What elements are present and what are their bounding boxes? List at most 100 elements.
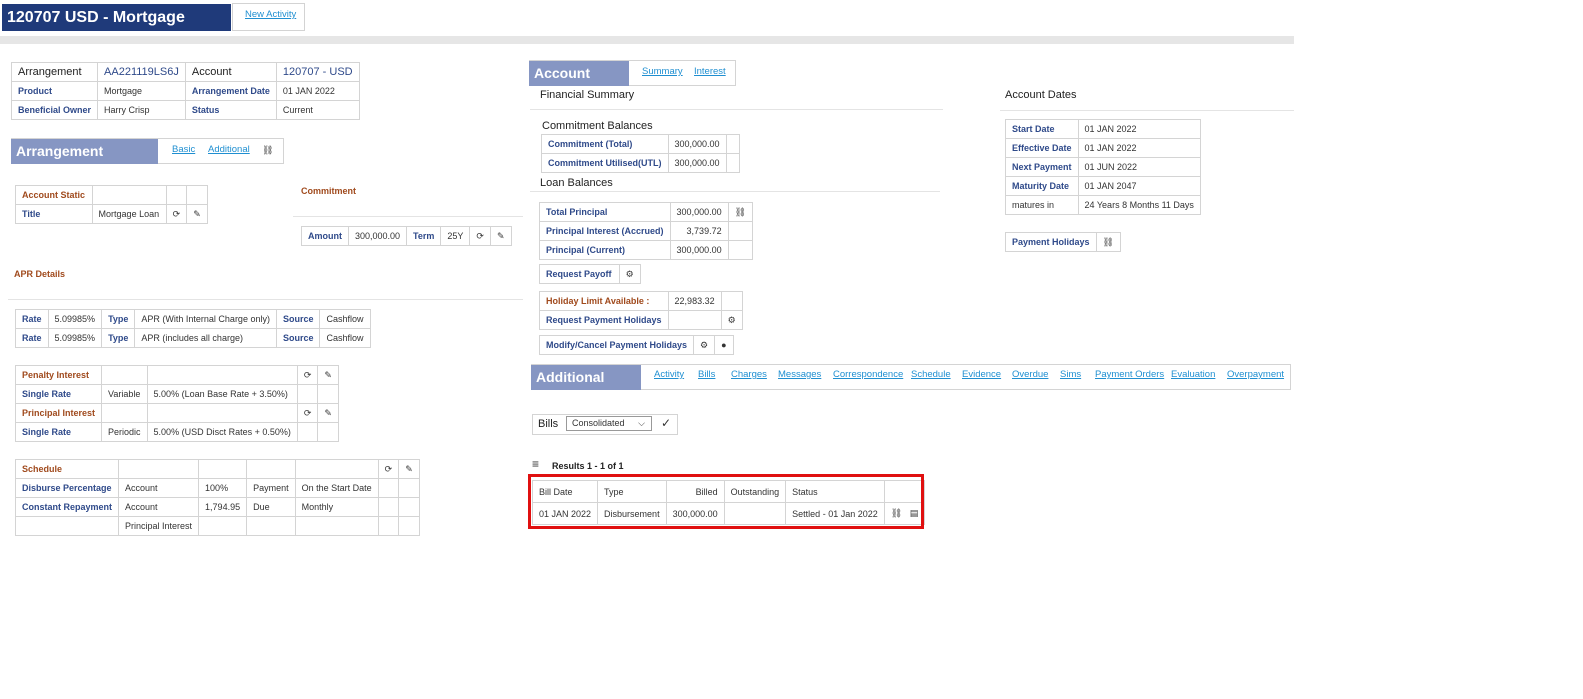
additional-details-title: Additional Details	[531, 365, 641, 410]
matures-in-value: 24 Years 8 Months 11 Days	[1077, 195, 1201, 215]
penalty-rate-value: 5.00% (Loan Base Rate + 3.50%)	[146, 384, 298, 404]
link-icon[interactable]: ⛓	[262, 145, 273, 156]
payment-holidays-view-icon[interactable]: ⛓	[1095, 232, 1121, 252]
modify-holidays-button[interactable]: Modify/Cancel Payment Holidays	[538, 335, 695, 355]
request-payoff-button[interactable]: Request Payoff	[539, 264, 620, 284]
schedule-refresh-icon[interactable]: ⟳	[377, 459, 400, 479]
total-principal-view-icon[interactable]: ⛓	[727, 202, 754, 222]
amount-label: Amount	[301, 226, 349, 246]
request-payoff-gear-icon[interactable]: ⚙	[618, 264, 642, 284]
penalty-edit-icon[interactable]: ✎	[317, 365, 339, 385]
term-value: 25Y	[440, 226, 471, 246]
tab-evidence[interactable]: Evidence	[962, 369, 1001, 380]
tab-sims[interactable]: Sims	[1060, 369, 1081, 380]
request-holidays-button[interactable]: Request Payment Holidays	[539, 310, 669, 330]
account1: Account	[118, 478, 200, 498]
tab-overdue[interactable]: Overdue	[1012, 369, 1048, 380]
tab-activity[interactable]: Activity	[654, 369, 684, 380]
commit-total-label: Commitment (Total)	[541, 134, 669, 154]
status-value: Current	[275, 100, 360, 120]
page-title: 120707 USD - Mortgage Overview	[2, 4, 231, 53]
principal-interest2: Principal Interest	[118, 516, 200, 536]
tab-additional[interactable]: Additional	[208, 144, 250, 155]
commit-total-value: 300,000.00	[667, 134, 727, 154]
tab-evaluation[interactable]: Evaluation	[1171, 369, 1215, 380]
product-value: Mortgage	[97, 81, 186, 101]
tab-basic[interactable]: Basic	[172, 144, 195, 155]
monthly: Monthly	[294, 497, 379, 517]
account-label: Account	[184, 62, 277, 82]
schedule-edit-icon[interactable]: ✎	[398, 459, 420, 479]
account-dates-heading: Account Dates	[1005, 89, 1077, 101]
maturity-date-label: Maturity Date	[1005, 176, 1079, 196]
rate-label: Rate	[15, 309, 49, 329]
payment-holidays-label: Payment Holidays	[1005, 232, 1097, 252]
payment-holidays-table: Payment Holidays ⛓	[1005, 232, 1121, 252]
principal-refresh-icon[interactable]: ⟳	[296, 403, 319, 423]
start-date-value: 01 JAN 2022	[1077, 119, 1201, 139]
single-rate2-label: Single Rate	[14, 422, 103, 442]
source-value: Cashflow	[319, 309, 371, 329]
penalty-interest-label: Penalty Interest	[14, 365, 103, 385]
principal-edit-icon[interactable]: ✎	[317, 403, 339, 423]
single-rate-label: Single Rate	[14, 384, 103, 404]
rate-value: 5.09985%	[47, 309, 103, 329]
source-label: Source	[275, 309, 321, 329]
effective-date-label: Effective Date	[1005, 138, 1079, 158]
tab-messages[interactable]: Messages	[778, 369, 821, 380]
commitment-edit-icon[interactable]: ✎	[489, 226, 512, 246]
tab-correspondence[interactable]: Correspondence	[833, 369, 903, 380]
account-dates-table: Start Date 01 JAN 2022 Effective Date 01 J…	[1005, 119, 1201, 215]
tab-summary[interactable]: Summary	[642, 66, 683, 77]
holidays-table: Holiday Limit Available :22,983.32 Reque…	[539, 291, 743, 330]
on-start: On the Start Date	[294, 478, 379, 498]
account-details-title: Account Details	[529, 61, 629, 106]
term-label: Term	[406, 226, 442, 246]
total-principal-value: 300,000.00	[669, 202, 729, 222]
penalty-refresh-icon[interactable]: ⟳	[296, 365, 319, 385]
commit-utl-label: Commitment Utilised(UTL)	[541, 153, 669, 173]
commitment-balances-heading: Commitment Balances	[542, 120, 653, 132]
bills-label: Bills	[538, 418, 559, 430]
check-icon[interactable]: ✓	[661, 416, 671, 430]
disburse-pct-label: Disburse Percentage	[14, 478, 120, 498]
status-label: Status	[184, 100, 277, 120]
source-label: Source	[275, 328, 321, 348]
effective-date-value: 01 JAN 2022	[1077, 138, 1201, 158]
tab-charges[interactable]: Charges	[731, 369, 767, 380]
edit-icon[interactable]: ✎	[186, 204, 208, 224]
chevron-down-icon: ⌵	[638, 418, 645, 428]
highlight-box	[528, 474, 924, 529]
product-label: Product	[10, 81, 99, 101]
request-payoff-table: Request Payoff ⚙	[539, 264, 642, 284]
tab-payment-orders[interactable]: Payment Orders	[1095, 369, 1164, 380]
start-date-label: Start Date	[1005, 119, 1079, 139]
total-principal-label: Total Principal	[539, 202, 671, 222]
tab-bills[interactable]: Bills	[698, 369, 715, 380]
schedule-heading: Schedule	[14, 459, 120, 479]
periodic-value: Periodic	[101, 422, 148, 442]
request-holidays-gear-icon[interactable]: ⚙	[720, 310, 743, 330]
pia-label: Principal Interest (Accrued)	[539, 221, 671, 241]
owner-value: Harry Crisp	[97, 100, 186, 120]
rate-label: Rate	[15, 328, 49, 348]
bills-select-value: Consolidated	[572, 418, 625, 428]
tab-overpayment[interactable]: Overpayment	[1227, 369, 1284, 380]
new-activity-link[interactable]: New Activity	[245, 9, 296, 20]
tab-schedule[interactable]: Schedule	[911, 369, 951, 380]
pc-label: Principal (Current)	[539, 240, 671, 260]
modify-holidays-gear-icon[interactable]: ⚙	[693, 335, 716, 355]
menu-icon[interactable]: ≡	[532, 458, 539, 470]
refresh-icon[interactable]: ⟳	[165, 204, 188, 224]
arrangement-label: Arrangement	[10, 62, 99, 82]
matures-in-label: matures in	[1005, 195, 1079, 215]
bills-select[interactable]: Consolidated ⌵	[566, 416, 652, 431]
variable-value: Variable	[101, 384, 148, 404]
loan-balances-table: Total Principal 300,000.00 ⛓ Principal Int…	[539, 202, 754, 260]
modify-holidays-info-icon[interactable]: ●	[714, 335, 734, 355]
commitment-refresh-icon[interactable]: ⟳	[469, 226, 491, 246]
tab-interest[interactable]: Interest	[694, 66, 726, 77]
arrangement-id: AA221119LS6J	[97, 62, 186, 82]
title-tab-bar: New Activity	[232, 3, 305, 31]
schedule-table: Schedule ⟳ ✎ Disburse Percentage Account 100…	[14, 459, 420, 536]
